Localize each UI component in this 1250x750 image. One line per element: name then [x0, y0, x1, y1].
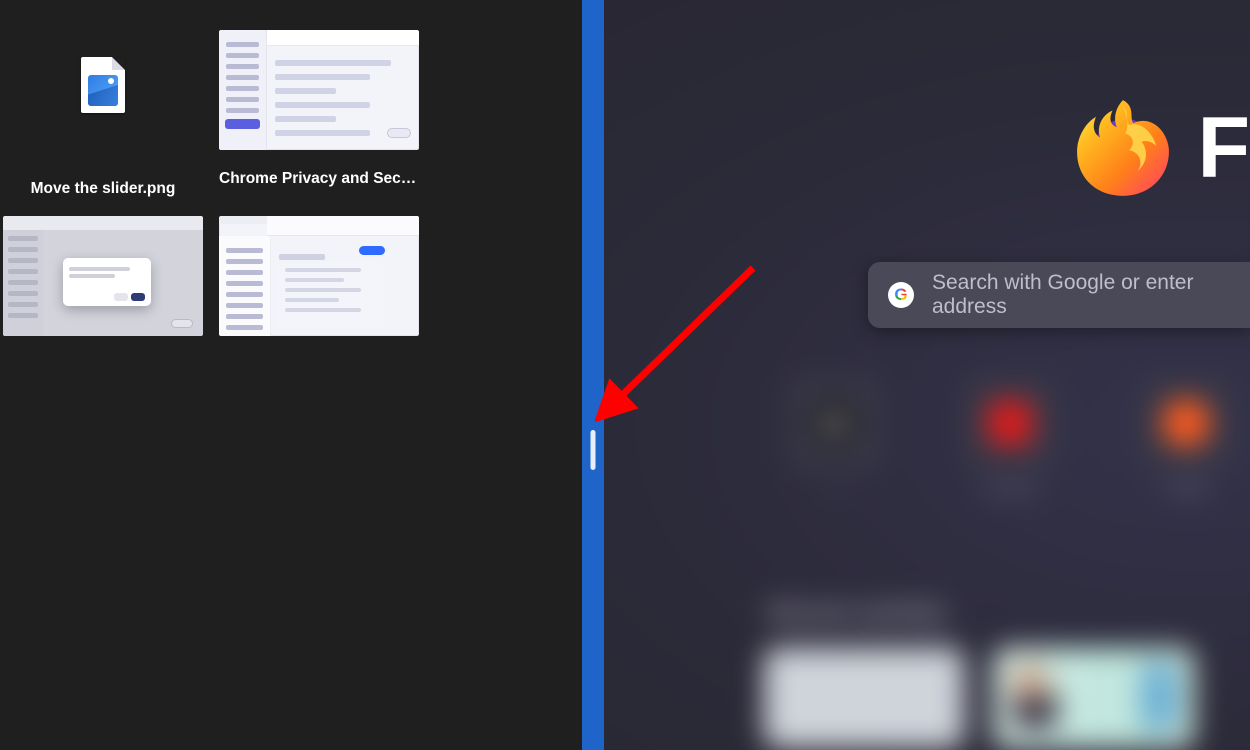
- google-icon: G: [888, 282, 914, 308]
- file-item[interactable]: [219, 216, 419, 336]
- file-thumbnail: [219, 216, 419, 336]
- shortcut-tile[interactable]: x: [789, 378, 879, 468]
- search-input[interactable]: G Search with Google or enter address: [868, 262, 1250, 328]
- file-explorer-pane: Move the slider.png: [0, 0, 582, 750]
- file-item[interactable]: [3, 216, 203, 336]
- recent-card[interactable]: [764, 648, 964, 748]
- youtube-icon: [988, 401, 1032, 445]
- file-item[interactable]: Chrome Privacy and Securi…: [219, 30, 419, 198]
- image-file-icon: [81, 57, 125, 113]
- tile-label: x: [774, 480, 894, 498]
- file-thumbnail: [219, 30, 419, 150]
- window-snap-divider[interactable]: [582, 0, 604, 750]
- file-label: Chrome Privacy and Securi…: [219, 170, 419, 188]
- file-thumbnail: [3, 216, 203, 336]
- recent-card[interactable]: [994, 648, 1194, 748]
- x-icon: [812, 401, 856, 445]
- file-item[interactable]: Move the slider.png: [3, 10, 203, 198]
- shortcut-tile[interactable]: reddit: [1141, 378, 1231, 468]
- shortcut-tile[interactable]: youtube: [965, 378, 1055, 468]
- reddit-icon: [1162, 399, 1210, 447]
- file-thumbnail: [3, 10, 203, 160]
- search-placeholder: Search with Google or enter address: [932, 271, 1250, 319]
- recent-cards: [764, 648, 1194, 748]
- brand-letter: F: [1197, 99, 1250, 198]
- tile-label: youtube: [950, 480, 1070, 498]
- snap-handle-icon[interactable]: [591, 430, 596, 470]
- recent-activity-heading: Recent activity: [769, 600, 946, 628]
- file-grid: Move the slider.png: [0, 0, 582, 336]
- file-label: Move the slider.png: [31, 180, 176, 198]
- firefox-icon: [1071, 96, 1175, 200]
- firefox-logo: F: [1071, 96, 1250, 200]
- firefox-newtab-pane: x youtube reddit Recent activity: [604, 0, 1250, 750]
- tile-label: reddit: [1126, 480, 1246, 498]
